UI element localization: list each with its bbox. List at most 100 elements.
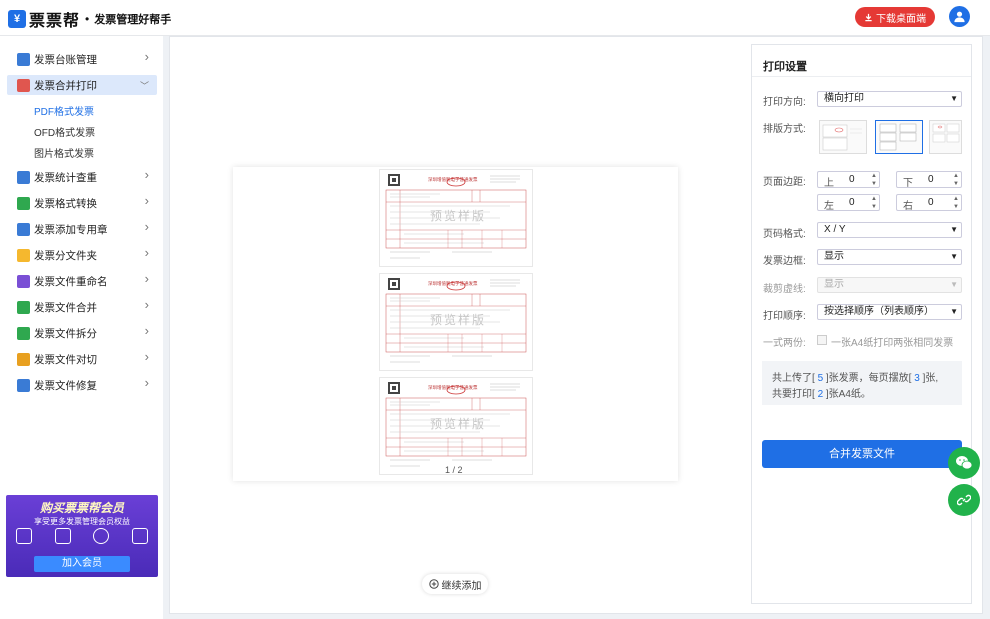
svg-text:深圳增值税电子普通发票: 深圳增值税电子普通发票 bbox=[428, 176, 478, 183]
link-icon bbox=[957, 494, 971, 506]
border-select[interactable]: 显示 ▼ bbox=[817, 249, 962, 265]
stepper-icon[interactable]: ▲ ▼ bbox=[953, 172, 959, 188]
sidebar-item-merge[interactable]: 发票文件合并 › bbox=[7, 297, 157, 317]
border-label: 发票边框: bbox=[763, 256, 806, 267]
margin-top-field[interactable]: 上 0 ▲ ▼ bbox=[817, 171, 880, 189]
stepper-icon[interactable]: ▲ ▼ bbox=[871, 172, 877, 188]
sidebar-item-rename[interactable]: 发票文件重命名 › bbox=[7, 271, 157, 291]
summary-line-print: 共要打印[ 2 ]张A4纸。 bbox=[772, 385, 871, 400]
margin-right-value: 0 bbox=[928, 197, 934, 208]
sidebar-item-statistics[interactable]: 发票统计查重 › bbox=[7, 167, 157, 187]
sidebar-item-ledger[interactable]: 发票台账管理 › bbox=[7, 49, 157, 69]
margin-top-value: 0 bbox=[849, 174, 855, 185]
chevron-down-icon: ▼ bbox=[950, 252, 958, 261]
continue-add-button[interactable]: 继续添加 bbox=[422, 574, 488, 594]
summary-text: ]张A4纸。 bbox=[825, 389, 871, 400]
duplicate-checkbox[interactable] bbox=[817, 335, 827, 345]
sidebar-item-split[interactable]: 发票文件拆分 › bbox=[7, 323, 157, 343]
order-select[interactable]: 按选择顺序（列表顺序） ▼ bbox=[817, 304, 962, 320]
settings-title: 打印设置 bbox=[763, 61, 807, 73]
gift-icon bbox=[16, 528, 32, 544]
border-value: 显示 bbox=[824, 251, 844, 262]
sidebar-item-label: 发票文件拆分 bbox=[34, 327, 97, 340]
sidebar-item-stamp[interactable]: 发票添加专用章 › bbox=[7, 219, 157, 239]
chevron-right-icon: › bbox=[144, 349, 149, 364]
sidebar-item-repair[interactable]: 发票文件修复 › bbox=[7, 375, 157, 395]
app-logo[interactable]: ¥ 票票帮 • 发票管理好帮手 bbox=[8, 7, 171, 31]
cut-line-value: 显示 bbox=[824, 279, 844, 290]
chevron-right-icon: › bbox=[144, 219, 149, 234]
membership-promo-banner[interactable]: 购买票票帮会员 享受更多发票管理会员权益 加入会员 bbox=[6, 495, 158, 577]
margin-right-field[interactable]: 右 0 ▲ ▼ bbox=[896, 194, 962, 212]
margin-top-label: 上 bbox=[824, 178, 834, 189]
sidebar-item-printer[interactable]: 发票合并打印 ﹀ bbox=[7, 75, 157, 95]
margin-left-value: 0 bbox=[849, 197, 855, 208]
invoice-page: 深圳增值税电子普通发票 预览样版 bbox=[379, 273, 533, 371]
user-icon bbox=[954, 11, 965, 23]
chevron-right-icon: › bbox=[144, 167, 149, 182]
sidebar-item-label: 发票台账管理 bbox=[34, 53, 97, 66]
top-header: ¥ 票票帮 • 发票管理好帮手 下载桌面端 bbox=[0, 0, 990, 36]
link-float-button[interactable] bbox=[948, 484, 980, 516]
cut-line-label: 裁剪虚线: bbox=[763, 284, 806, 295]
chevron-down-icon: ▼ bbox=[950, 307, 958, 316]
chevron-down-icon: ▼ bbox=[950, 94, 958, 103]
page-format-select[interactable]: X / Y ▼ bbox=[817, 222, 962, 238]
summary-line-upload: 共上传了[ 5 ]张发票，每页摆放[ 3 ]张, bbox=[772, 369, 938, 384]
stepper-icon[interactable]: ▲ ▼ bbox=[953, 195, 959, 211]
orientation-select[interactable]: 横向打印 ▼ bbox=[817, 91, 962, 107]
sidebar-item-folder[interactable]: 发票分文件夹 › bbox=[7, 245, 157, 265]
user-avatar[interactable] bbox=[949, 6, 970, 27]
chevron-right-icon: › bbox=[144, 297, 149, 312]
sidebar-item-label: 发票统计查重 bbox=[34, 171, 97, 184]
summary-text: 共要打印[ bbox=[772, 389, 815, 400]
sidebar-item-convert[interactable]: 发票格式转换 › bbox=[7, 193, 157, 213]
chevron-right-icon: › bbox=[144, 271, 149, 286]
join-membership-button[interactable]: 加入会员 bbox=[34, 556, 130, 572]
cut-icon bbox=[17, 352, 30, 366]
rename-icon bbox=[17, 274, 30, 288]
summary-text: ]张, bbox=[922, 373, 939, 384]
margin-bottom-label: 下 bbox=[903, 178, 913, 189]
merge-invoice-files-button[interactable]: 合并发票文件 bbox=[762, 440, 962, 468]
sidebar-item-label: 发票分文件夹 bbox=[34, 249, 97, 262]
download-desktop-button[interactable]: 下载桌面端 bbox=[855, 7, 935, 27]
margin-left-field[interactable]: 左 0 ▲ ▼ bbox=[817, 194, 880, 212]
stepper-icon[interactable]: ▲ ▼ bbox=[871, 195, 877, 211]
page-format-label: 页码格式: bbox=[763, 229, 806, 240]
chart-icon bbox=[131, 528, 148, 544]
wechat-float-button[interactable] bbox=[948, 447, 980, 479]
subitem-image[interactable]: 图片格式发票 bbox=[34, 145, 94, 160]
layout-option-3up[interactable] bbox=[875, 120, 923, 154]
layout-label: 排版方式: bbox=[763, 124, 806, 135]
settings-divider bbox=[752, 76, 971, 77]
invoice-page: 深圳增值税电子普通发票预览样版 bbox=[379, 169, 533, 267]
logo-text: 票票帮 bbox=[29, 13, 81, 30]
print-preview: 深圳增值税电子普通发票 预览样版 深圳增值税电子普通发票 预览样版 深圳增值税电子普通发… bbox=[233, 167, 678, 481]
sidebar-item-label: 发票合并打印 bbox=[34, 79, 97, 92]
continue-add-label: 继续添加 bbox=[441, 580, 482, 592]
promo-title: 购买票票帮会员 bbox=[39, 501, 124, 515]
margin-right-label: 右 bbox=[903, 201, 913, 212]
sidebar-item-cut[interactable]: 发票文件对切 › bbox=[7, 349, 157, 369]
subitem-ofd[interactable]: OFD格式发票 bbox=[34, 124, 95, 139]
print-summary: 共上传了[ 5 ]张发票，每页摆放[ 3 ]张, 共要打印[ 2 ]张A4纸。 bbox=[762, 361, 962, 405]
sidebar-item-label: 发票文件合并 bbox=[34, 301, 97, 314]
layout-option-grid[interactable] bbox=[929, 120, 962, 154]
cut-line-select: 显示 ▼ bbox=[817, 277, 962, 293]
margin-bottom-value: 0 bbox=[928, 174, 934, 185]
convert-icon bbox=[17, 196, 30, 210]
subitem-pdf[interactable]: PDF格式发票 bbox=[34, 103, 94, 118]
summary-text: ]张发票，每页摆放[ bbox=[825, 373, 912, 384]
margin-bottom-field[interactable]: 下 0 ▲ ▼ bbox=[896, 171, 962, 189]
order-label: 打印顺序: bbox=[763, 311, 806, 322]
layout-option-2up[interactable] bbox=[819, 120, 867, 154]
preview-watermark: 预览样版 bbox=[430, 209, 487, 223]
orientation-value: 横向打印 bbox=[824, 93, 864, 104]
split-icon bbox=[17, 326, 30, 340]
chevron-down-icon: ▼ bbox=[950, 280, 958, 289]
per-page-count: 3 bbox=[914, 373, 920, 384]
chevron-right-icon: › bbox=[144, 49, 149, 64]
stamp-icon bbox=[17, 222, 30, 236]
sidebar-item-label: 发票文件修复 bbox=[34, 379, 97, 392]
